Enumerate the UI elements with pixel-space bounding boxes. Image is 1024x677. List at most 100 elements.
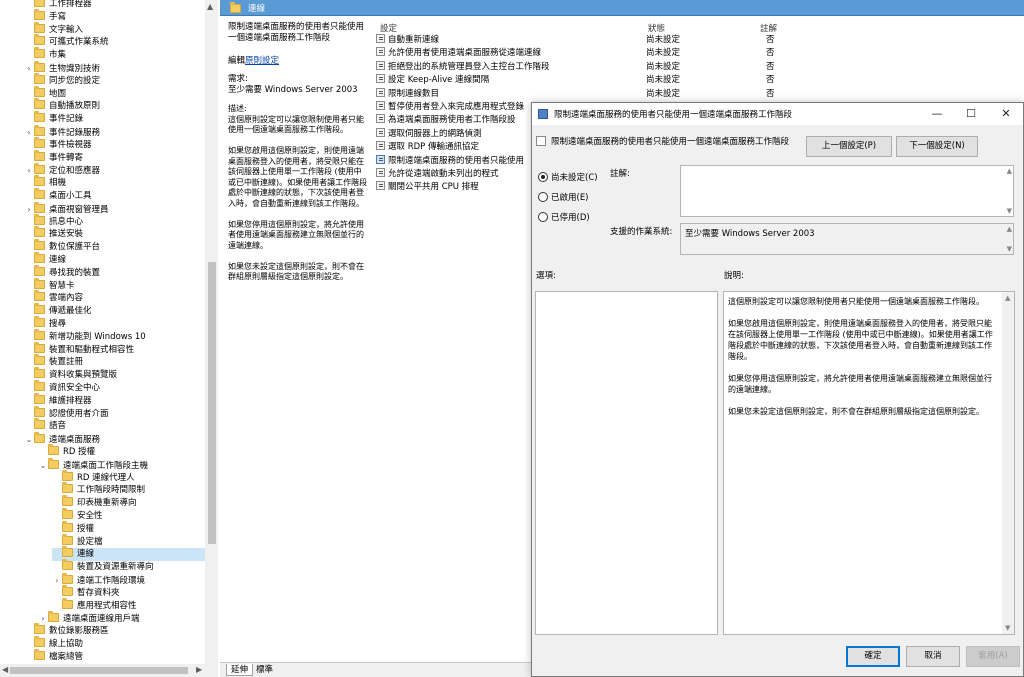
tree-item[interactable]: 文字輸入 — [24, 21, 205, 37]
tree-item[interactable]: 工作階段時間限制 — [52, 482, 205, 497]
comment-textarea[interactable]: ▲ ▼ — [680, 165, 1014, 217]
tree-item[interactable]: 事件轉寄 — [24, 149, 205, 165]
tree-item[interactable]: 裝置及資源重新導向 — [52, 559, 205, 574]
tree-item[interactable]: 認證使用者介面 — [24, 405, 205, 421]
scroll-left-icon[interactable]: ◀ — [2, 665, 8, 674]
column-header-setting[interactable]: 設定 — [380, 22, 397, 34]
ok-button[interactable]: 確定 — [846, 646, 900, 667]
tree-item[interactable]: 相機 — [24, 175, 205, 190]
tree-item[interactable]: 數位錄影服務區 — [24, 623, 205, 638]
expand-chevron-icon[interactable]: › — [24, 164, 34, 177]
tree-item[interactable]: 語音 — [24, 418, 205, 433]
tree-item[interactable]: 檔案總管 — [24, 648, 205, 664]
scroll-up-icon[interactable]: ▲ — [1005, 294, 1010, 302]
radio-enabled[interactable]: 已啟用(E) — [538, 191, 589, 203]
tree-item[interactable]: 印表機重新導向 — [52, 495, 205, 510]
tree-scroll-thumb[interactable] — [208, 262, 216, 544]
tree-item[interactable]: 授權 — [52, 520, 205, 536]
tree-item[interactable]: 搜尋 — [24, 316, 205, 331]
scroll-down-icon[interactable]: ▼ — [1005, 624, 1010, 632]
help-pane[interactable]: 這個原則設定可以讓您限制使用者只能使用一個遠端桌面服務工作階段。 如果您啟用這個… — [723, 291, 1015, 635]
tree-horizontal-scrollbar[interactable]: ◀ ▶ — [0, 664, 218, 677]
scroll-up-icon[interactable]: ▲ — [1007, 225, 1012, 233]
tree-item[interactable]: 線上協助 — [24, 636, 205, 651]
tree-item[interactable]: 尋找我的裝置 — [24, 264, 205, 280]
tree-item[interactable]: 手寫 — [24, 8, 205, 24]
tree-item[interactable]: 連線 — [24, 252, 205, 267]
column-header-note[interactable]: 註解 — [760, 22, 777, 34]
tree-item[interactable]: 市集 — [24, 47, 205, 62]
dialog-title-bar[interactable]: 限制遠端桌面服務的使用者只能使用一個遠端桌面服務工作階段 — ☐ ✕ — [532, 103, 1023, 125]
next-setting-button[interactable]: 下一個設定(N) — [896, 136, 978, 157]
apply-button[interactable]: 套用(A) — [966, 646, 1020, 667]
tree-item[interactable]: 訊息中心 — [24, 213, 205, 229]
tree-item[interactable]: › 遠端工作階段環境 — [52, 573, 205, 587]
maximize-button[interactable]: ☐ — [954, 103, 988, 125]
tree-item[interactable]: 地圖 — [24, 85, 205, 101]
tree-item[interactable]: 傳遞最佳化 — [24, 303, 205, 318]
tree-item[interactable]: › 事件記錄服務 — [24, 125, 205, 139]
tab-standard[interactable]: 標準 — [252, 664, 277, 676]
tree-item[interactable]: › 桌面視窗管理員 — [24, 201, 205, 216]
scroll-up-icon[interactable]: ▲ — [1007, 167, 1012, 175]
tree-item[interactable]: 設定檔 — [52, 533, 205, 549]
policy-tree[interactable]: 工作排程器 手寫 文字輸入 可攜式作業系統 市集 › 生物識別技術 同步您的設定 地圖 自動播放原… — [0, 0, 218, 664]
tree-item[interactable]: 資料收集與預覽版 — [24, 367, 205, 382]
tree-item[interactable]: 雲端內容 — [24, 290, 205, 305]
expand-chevron-icon[interactable]: › — [38, 612, 48, 625]
tree-item[interactable]: › 定位和感應器 — [24, 163, 205, 177]
help-vertical-scrollbar[interactable]: ▲ ▼ — [1002, 292, 1014, 634]
tree-item[interactable]: 數位保護平台 — [24, 239, 205, 254]
tree-item[interactable]: 安全性 — [52, 508, 205, 523]
expand-chevron-icon[interactable]: ⌄ — [38, 459, 48, 472]
tree-item[interactable]: 維護排程器 — [24, 392, 205, 408]
tree-item[interactable]: › 生物識別技術 — [24, 61, 205, 75]
expand-chevron-icon[interactable]: › — [52, 574, 62, 587]
setting-row[interactable]: 設定 Keep-Alive 連線間隔 尚未設定 否 — [376, 74, 1024, 87]
radio-dot[interactable] — [538, 192, 548, 202]
tree-item[interactable]: 推送安裝 — [24, 226, 205, 241]
column-header-state[interactable]: 狀態 — [648, 22, 665, 34]
tree-item[interactable]: 裝置註冊 — [24, 354, 205, 369]
tree-item[interactable]: 事件記錄 — [24, 111, 205, 126]
radio-not-configured[interactable]: 尚未設定(C) — [538, 171, 598, 183]
tree-item[interactable]: 事件檢視器 — [24, 136, 205, 152]
tree-item[interactable]: 工作排程器 — [24, 0, 205, 11]
radio-disabled[interactable]: 已停用(D) — [538, 211, 590, 223]
edit-policy-link[interactable]: 原則設定 — [245, 56, 279, 66]
expand-chevron-icon[interactable]: ⌄ — [24, 433, 34, 446]
prev-setting-button[interactable]: 上一個設定(P) — [806, 136, 892, 157]
expand-chevron-icon[interactable]: › — [24, 126, 34, 139]
tree-vertical-scrollbar[interactable]: ▲ — [205, 0, 218, 664]
scroll-up-icon[interactable]: ▲ — [207, 2, 213, 11]
tree-hscroll-thumb[interactable] — [10, 667, 188, 674]
tree-item[interactable]: 暫存資料夾 — [52, 584, 205, 600]
tree-item[interactable]: 資訊安全中心 — [24, 380, 205, 395]
tree-item[interactable]: 同步您的設定 — [24, 72, 205, 88]
tree-item[interactable]: 可攜式作業系統 — [24, 34, 205, 49]
minimize-button[interactable]: — — [920, 103, 954, 125]
cancel-button[interactable]: 取消 — [906, 646, 960, 667]
tree-item[interactable]: RD 授權 — [38, 444, 205, 459]
scroll-down-icon[interactable]: ▼ — [1007, 207, 1012, 215]
tab-extended[interactable]: 延伸 — [226, 664, 254, 676]
tree-item[interactable]: 應用程式相容性 — [52, 597, 205, 613]
tree-item[interactable]: 桌面小工具 — [24, 188, 205, 203]
tree-item[interactable]: 裝置和驅動程式相容性 — [24, 341, 205, 357]
expand-chevron-icon[interactable]: › — [24, 62, 34, 75]
expand-chevron-icon[interactable]: › — [24, 203, 34, 216]
scroll-right-icon[interactable]: ▶ — [196, 665, 202, 674]
scroll-down-icon[interactable]: ▼ — [1007, 245, 1012, 253]
setting-row[interactable]: 自動重新連線 尚未設定 否 — [376, 34, 1024, 47]
tree-item[interactable]: 新增功能到 Windows 10 — [24, 328, 205, 344]
setting-row[interactable]: 允許使用者使用遠端桌面服務從遠端連線 尚未設定 否 — [376, 47, 1024, 60]
setting-row[interactable]: 拒絕登出的系統管理員登入主控台工作階段 尚未設定 否 — [376, 60, 1024, 74]
tree-item[interactable]: 連線 — [52, 546, 205, 562]
tree-item[interactable]: 自動播放原則 — [24, 98, 205, 113]
radio-dot[interactable] — [538, 212, 548, 222]
tree-item[interactable]: RD 連線代理人 — [52, 469, 205, 485]
tree-item[interactable]: › 遠端桌面連線用戶端 — [38, 611, 205, 625]
setting-row[interactable]: 限制連線數目 尚未設定 否 — [376, 87, 1024, 101]
tree-item[interactable]: 智慧卡 — [24, 277, 205, 293]
radio-dot[interactable] — [538, 172, 548, 182]
